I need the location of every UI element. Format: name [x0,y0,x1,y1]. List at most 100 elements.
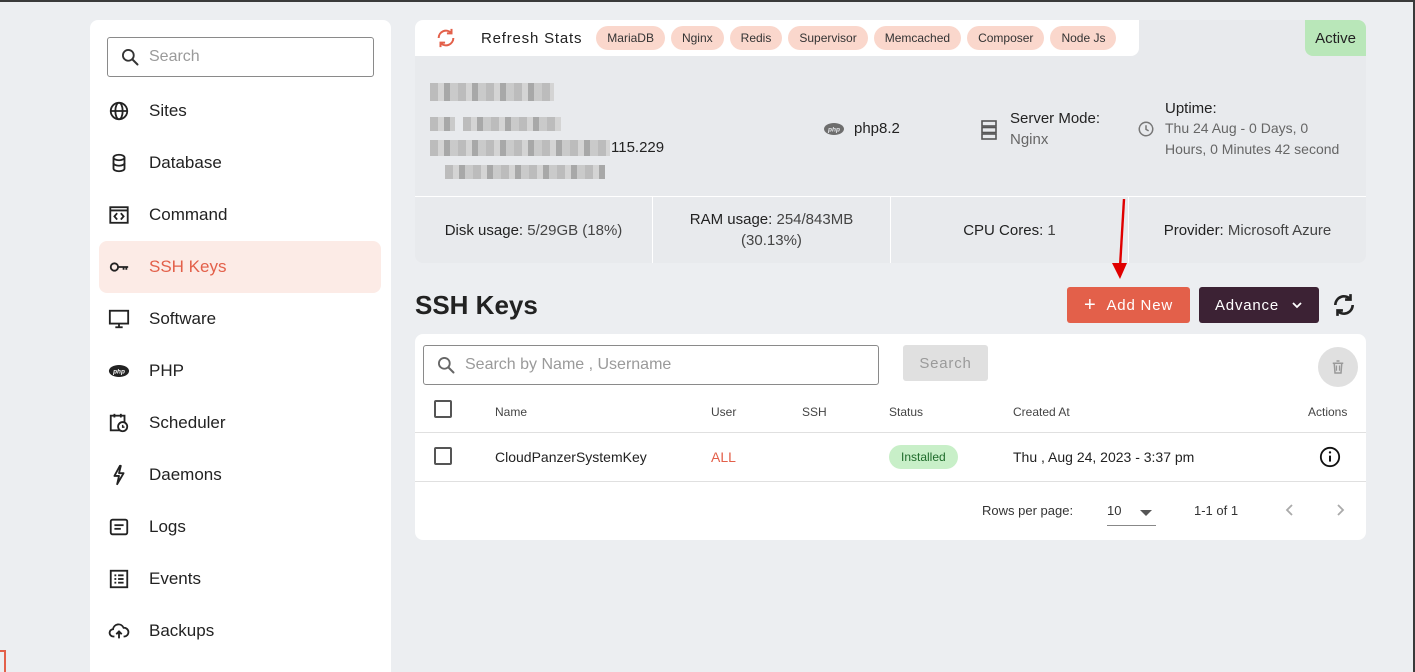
sidebar-item-label: Daemons [149,465,222,484]
sidebar-item-daemons[interactable]: Daemons [99,449,381,501]
service-badge: Redis [729,26,783,50]
column-header-status[interactable]: Status [889,405,923,419]
sidebar-item-database[interactable]: Database [99,137,381,189]
sidebar-item-scheduler[interactable]: Scheduler [99,397,381,449]
column-header-ssh[interactable]: SSH [802,405,827,419]
search-button[interactable]: Search [903,345,988,381]
server-mode-label: Server Mode: [1010,110,1101,127]
row-checkbox[interactable] [434,447,452,465]
key-icon [108,256,130,278]
code-window-icon [108,204,130,226]
add-new-label: Add New [1106,296,1173,314]
status-badge: Active [1305,20,1366,56]
service-badge: Node Js [1050,26,1117,50]
sidebar-item-php[interactable]: php PHP [99,345,381,397]
ram-usage: RAM usage: 254/843MB (30.13%) [653,197,891,263]
sidebar-item-label: Events [149,569,201,588]
refresh-icon[interactable] [435,27,457,49]
uptime-label: Uptime: [1165,100,1217,117]
info-icon[interactable] [1319,446,1341,468]
provider-value: Microsoft Azure [1227,221,1332,239]
sidebar-item-label: Database [149,153,222,172]
php-version: php php8.2 [823,120,900,137]
ip-address: 115.229 [611,139,665,156]
sidebar-item-label: Sites [149,101,187,120]
sidebar-nav: Sites Database Command SSH Keys Software… [99,85,381,657]
sidebar-item-events[interactable]: Events [99,553,381,605]
search-icon [438,357,455,374]
sidebar-item-command[interactable]: Command [99,189,381,241]
table-row: CloudPanzerSystemKey ALL Installed Thu ,… [415,433,1366,482]
rows-per-page-select[interactable]: 10 [1107,498,1156,526]
disk-usage-label: Disk usage: [444,221,524,239]
provider-label: Provider: [1163,221,1224,239]
server-mode: Server Mode: Nginx [981,110,1100,148]
table-search-input[interactable]: Search by Name , Username [423,345,879,385]
add-new-button[interactable]: + Add New [1067,287,1190,323]
php-version-label: php8.2 [854,120,900,137]
redacted-ip [430,140,610,156]
service-badge: Memcached [873,26,962,50]
ram-usage-value: 254/843MB [776,211,854,228]
redacted-hostname [430,83,554,101]
window-top-border [0,0,1415,2]
column-header-created-at[interactable]: Created At [1013,405,1070,419]
table-pagination: Rows per page: 10 1-1 of 1 [415,482,1366,540]
chevron-left-icon[interactable] [1280,500,1300,520]
sync-icon[interactable] [1331,292,1357,318]
database-icon [108,152,130,174]
log-icon [108,516,130,538]
delete-button[interactable] [1318,347,1358,387]
rows-per-page-label: Rows per page: [982,503,1074,518]
column-header-name[interactable]: Name [495,405,527,419]
sidebar-search-placeholder: Search [149,48,200,65]
ssh-keys-table-card: Search by Name , Username Search Name Us… [415,334,1366,540]
cloud-upload-icon [108,620,130,642]
sidebar-item-label: Command [149,205,228,224]
pagination-range: 1-1 of 1 [1194,503,1239,518]
plus-icon: + [1084,293,1097,316]
server-stats-panel: Refresh Stats MariaDB Nginx Redis Superv… [415,20,1366,263]
advance-label: Advance [1215,296,1279,314]
svg-text:php: php [827,126,840,133]
sidebar-search-input[interactable]: Search [107,37,374,77]
row-created-at: Thu , Aug 24, 2023 - 3:37 pm [1013,449,1195,465]
annotation-arrow [1112,199,1127,279]
server-mode-value: Nginx [1010,131,1049,148]
php-icon: php [824,122,844,135]
column-header-user[interactable]: User [711,405,736,419]
cpu-cores-label: CPU Cores: [963,221,1044,239]
column-header-actions: Actions [1308,405,1348,419]
cpu-cores: CPU Cores: 1 [891,197,1129,263]
sidebar-item-label: SSH Keys [149,257,227,276]
redacted-text [445,165,605,179]
service-badge: Nginx [670,26,724,50]
disk-usage-value: 5/29GB (18%) [527,221,623,239]
refresh-stats-button[interactable]: Refresh Stats [481,30,582,47]
row-user: ALL [711,449,736,465]
monitor-icon [108,308,130,330]
sidebar: Search Sites Database Command SSH Keys S… [90,20,391,672]
sidebar-item-software[interactable]: Software [99,293,381,345]
globe-icon [108,100,130,122]
edge-marker [0,650,6,672]
sidebar-item-logs[interactable]: Logs [99,501,381,553]
select-all-checkbox[interactable] [434,400,452,418]
sidebar-item-backups[interactable]: Backups [99,605,381,657]
caret-down-icon [1140,510,1152,516]
advance-button[interactable]: Advance [1199,287,1319,323]
service-badge: Supervisor [788,26,868,50]
provider: Provider: Microsoft Azure [1129,197,1366,263]
sidebar-item-label: Logs [149,517,186,536]
sidebar-item-ssh-keys[interactable]: SSH Keys [99,241,381,293]
chevron-right-icon[interactable] [1330,500,1350,520]
sidebar-item-sites[interactable]: Sites [99,85,381,137]
status-badge: Installed [889,445,958,469]
sidebar-item-label: Backups [149,621,215,640]
search-icon [122,49,139,66]
php-icon: php [108,360,130,382]
ram-usage-label: RAM usage: [689,211,773,228]
svg-text:php: php [112,368,125,375]
calendar-clock-icon [108,412,130,434]
table-search-placeholder: Search by Name , Username [465,356,672,373]
